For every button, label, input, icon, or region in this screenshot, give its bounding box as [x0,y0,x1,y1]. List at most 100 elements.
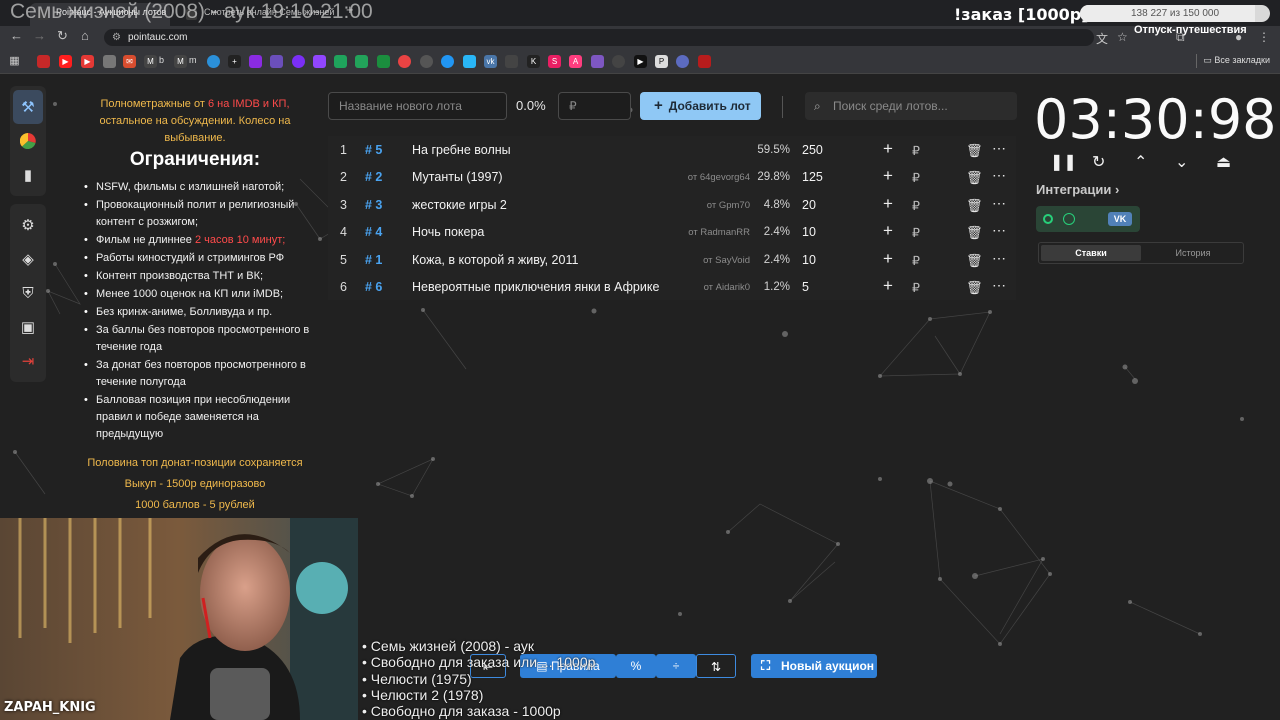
lot-name[interactable]: Невероятные приключения янки в Африке [412,280,659,294]
sidebar-item-wheel[interactable] [10,124,46,158]
bookmark-icon[interactable] [207,55,220,68]
bookmark-icon[interactable] [398,55,411,68]
bookmark-icon[interactable] [270,55,283,68]
all-bookmarks-link[interactable]: ▭ Все закладки [1203,55,1270,66]
lot-amount[interactable]: 5 [802,280,809,294]
bookmark-icon[interactable]: ▶ [634,55,647,68]
lot-amount[interactable]: 10 [802,253,816,267]
home-icon[interactable]: ⌂ [81,28,89,43]
bookmark-icon[interactable] [676,55,689,68]
tab-history[interactable]: История [1143,245,1243,261]
lot-name-input[interactable]: Название нового лота [328,92,507,120]
lot-amount[interactable]: 10 [802,225,816,239]
percent-button[interactable]: % [616,654,656,678]
lot-name[interactable]: жестокие игры 2 [412,198,507,212]
ruble-icon[interactable]: ₽ [912,198,920,213]
lot-amount-input[interactable]: ₽ [558,92,631,120]
more-icon[interactable]: ⋯ [992,195,1006,212]
bookmark-icon[interactable]: K [527,55,540,68]
bookmark-label[interactable]: b [159,55,164,65]
reload-icon[interactable]: ↻ [57,28,68,44]
bookmark-icon[interactable]: M [144,55,157,68]
sidebar-item-layers[interactable]: ◈ [10,242,46,276]
forward-icon[interactable]: → [33,28,46,43]
trash-icon[interactable]: 🗑 [966,170,983,186]
vk-icon[interactable]: vk [484,55,497,68]
youtube-icon[interactable]: ▶ [81,55,94,68]
add-amount-icon[interactable]: + [883,139,893,159]
lot-name[interactable]: На гребне волны [412,143,511,157]
lot-name[interactable]: Кожа, в которой я живу, 2011 [412,253,578,267]
bookmark-icon[interactable] [103,55,116,68]
lot-row[interactable]: 4 # 4 Ночь покера от RadmanRR 2.4% 10 + … [328,218,1016,245]
bookmark-icon[interactable] [292,55,305,68]
bookmark-icon[interactable]: S [548,55,561,68]
sidebar-item-settings[interactable]: ⚙ [10,208,46,242]
vk-icon[interactable]: VK [1108,212,1132,226]
chevron-up-icon[interactable]: ⌃ [1134,152,1147,172]
lot-row[interactable]: 5 # 1 Кожа, в которой я живу, 2011 от Sa… [328,246,1016,273]
lot-row[interactable]: 2 # 2 Мутанты (1997) от 64gevorg64 29.8%… [328,163,1016,190]
add-lot-button[interactable]: + Добавить лот [640,92,761,120]
lot-name[interactable]: Ночь покера [412,225,484,239]
bookmark-icon[interactable] [463,55,476,68]
bookmark-icon[interactable]: A [569,55,582,68]
bookmark-icon[interactable] [505,55,518,68]
add-amount-icon[interactable]: + [883,166,893,186]
reset-icon[interactable]: ↻ [1092,152,1105,172]
trash-icon[interactable]: 🗑 [966,225,983,241]
more-icon[interactable]: ⋯ [992,167,1006,184]
bookmark-icon[interactable]: + [228,55,241,68]
bookmark-icon[interactable] [334,55,347,68]
sidebar-item-stats[interactable]: ▮ [10,158,46,192]
lot-amount[interactable]: 250 [802,143,823,157]
lot-row[interactable]: 1 # 5 На гребне волны 59.5% 250 + ₽ 🗑 ⋯ [328,136,1016,163]
more-icon[interactable]: ⋯ [992,250,1006,267]
apps-grid-icon[interactable]: ▦ [8,55,21,68]
more-icon[interactable]: ⋯ [992,277,1006,294]
lot-row[interactable]: 6 # 6 Невероятные приключения янки в Афр… [328,273,1016,300]
lot-search-input[interactable]: ⌕ Поиск среди лотов... [805,92,1017,120]
divide-button[interactable]: ÷ [656,654,696,678]
trash-icon[interactable]: 🗑 [966,280,983,296]
trash-icon[interactable]: 🗑 [966,253,983,269]
tab-bets[interactable]: Ставки [1041,245,1141,261]
back-icon[interactable]: ← [10,28,23,43]
bookmark-icon[interactable] [355,55,368,68]
browser-menu-icon[interactable]: ⋮ [1258,30,1270,44]
lot-name[interactable]: Мутанты (1997) [412,170,503,184]
bookmark-icon[interactable] [249,55,262,68]
ruble-icon[interactable]: ₽ [912,170,920,185]
lot-amount[interactable]: 125 [802,170,823,184]
bookmark-icon[interactable] [612,55,625,68]
chevron-down-icon[interactable]: ⌄ [1175,152,1188,172]
new-auction-button[interactable]: ⛶ Новый аукцион [751,654,877,678]
more-icon[interactable]: ⋯ [992,140,1006,157]
bookmark-icon[interactable] [591,55,604,68]
trash-icon[interactable]: 🗑 [966,198,983,214]
more-icon[interactable]: ⋯ [992,222,1006,239]
bookmark-icon[interactable]: P [655,55,668,68]
sidebar-item-auction[interactable]: ⚒ [13,90,43,124]
url-field[interactable]: ⚙ pointauc.com [104,29,1094,46]
sidebar-item-security[interactable]: ⛨ [10,276,46,310]
add-amount-icon[interactable]: + [883,221,893,241]
double-up-icon[interactable]: ⏏ [1216,152,1231,172]
add-amount-icon[interactable]: + [883,249,893,269]
trash-icon[interactable]: 🗑 [966,143,983,159]
bookmark-icon[interactable] [420,55,433,68]
ruble-icon[interactable]: ₽ [912,225,920,240]
lot-row[interactable]: 3 # 3 жестокие игры 2 от Gpm70 4.8% 20 +… [328,191,1016,218]
bookmark-icon[interactable]: M [174,55,187,68]
sidebar-item-media[interactable]: ▣ [10,310,46,344]
sidebar-item-logout[interactable]: ⇥ [10,344,46,378]
lot-amount[interactable]: 20 [802,198,816,212]
bookmark-label[interactable]: m [189,55,197,65]
integrations-link[interactable]: Интеграции › [1036,182,1119,197]
bookmark-star-icon[interactable]: ☆ [1117,30,1128,44]
youtube-icon[interactable]: ▶ [59,55,72,68]
ruble-icon[interactable]: ₽ [912,253,920,268]
translate-icon[interactable]: 文 [1096,30,1108,47]
add-amount-icon[interactable]: + [883,276,893,296]
ruble-icon[interactable]: ₽ [912,143,920,158]
